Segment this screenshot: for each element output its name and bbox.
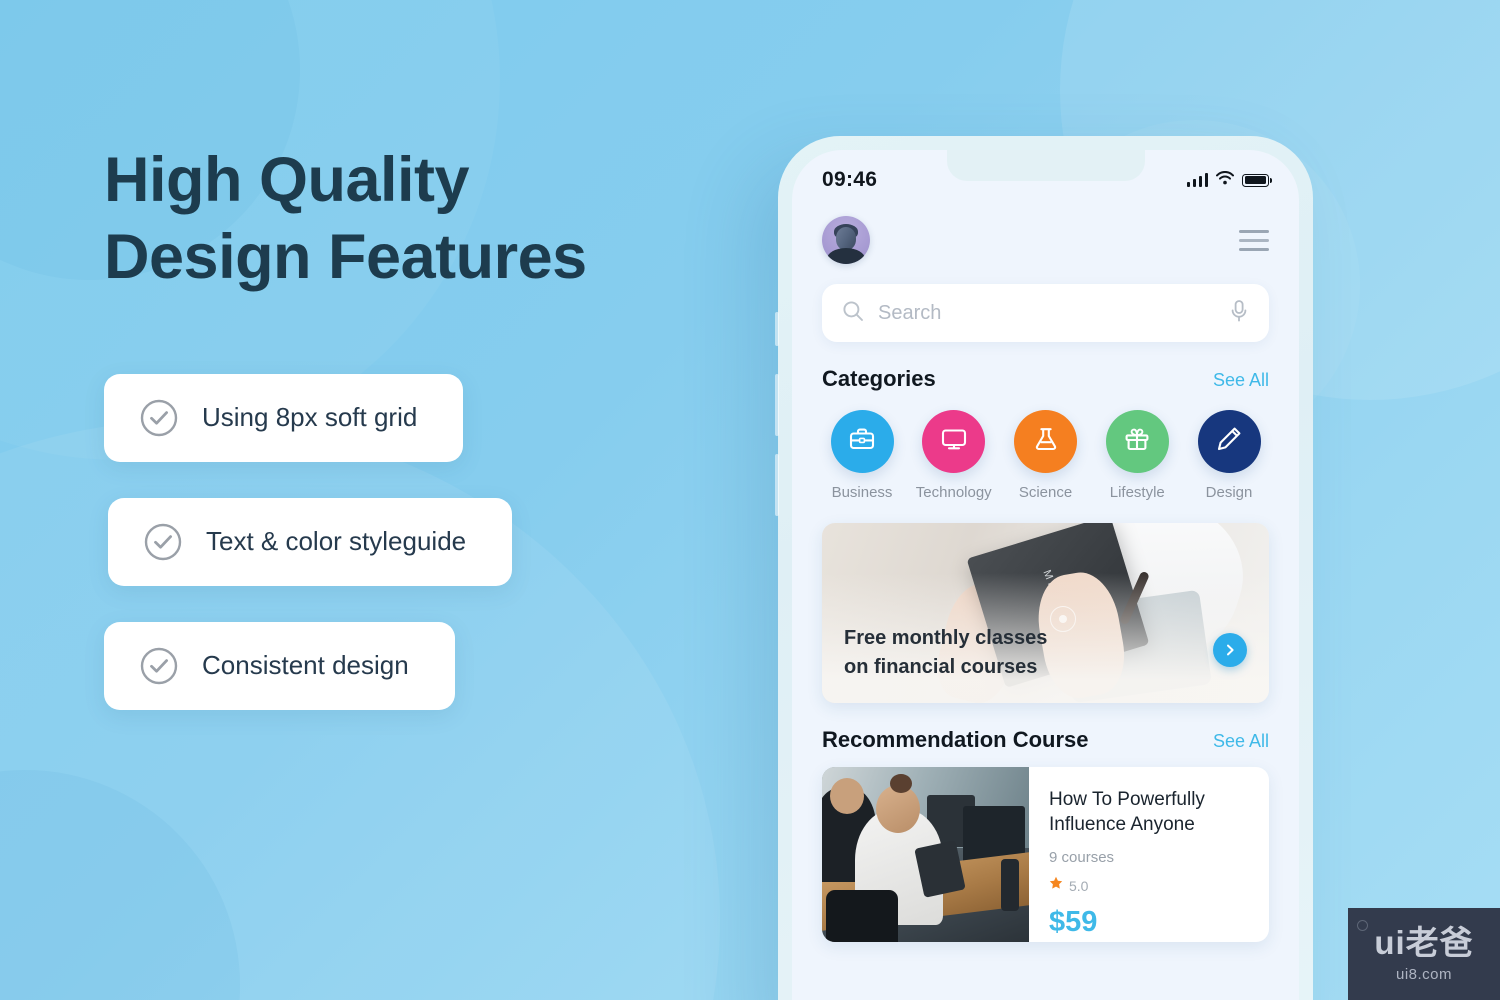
banner-text: Free monthly classes on financial course… bbox=[844, 624, 1047, 681]
briefcase-icon bbox=[847, 424, 877, 459]
category-bubble bbox=[830, 410, 894, 473]
phone-volume-down-button[interactable] bbox=[775, 454, 779, 516]
course-info: How To Powerfully Influence Anyone 9 cou… bbox=[1029, 767, 1269, 942]
feature-card: Using 8px soft grid bbox=[104, 373, 464, 462]
search-section bbox=[792, 264, 1299, 342]
page-title: High Quality Design Features bbox=[104, 142, 744, 296]
banner-line-1: Free monthly classes bbox=[844, 627, 1048, 650]
course-thumbnail bbox=[822, 767, 1029, 942]
course-price: $59 bbox=[1049, 906, 1098, 939]
category-label: Design bbox=[1205, 484, 1253, 501]
phone-mute-button[interactable] bbox=[775, 312, 779, 346]
watermark-dot-icon bbox=[1357, 920, 1368, 931]
categories-header: Categories See All bbox=[792, 342, 1299, 392]
monitor-icon bbox=[939, 424, 969, 459]
thumb-tablet bbox=[914, 840, 967, 898]
watermark-title: ui老爸 bbox=[1374, 923, 1474, 961]
course-count: 9 courses bbox=[1049, 849, 1115, 867]
thumb-bottle bbox=[1001, 858, 1019, 911]
course-card[interactable]: How To Powerfully Influence Anyone 9 cou… bbox=[822, 767, 1269, 942]
phone-screen: 09:46 Search Categories See All Business… bbox=[792, 150, 1299, 1000]
category-label: Lifestyle bbox=[1109, 484, 1165, 501]
category-bubble bbox=[1014, 410, 1077, 473]
categories-title: Categories bbox=[822, 366, 936, 391]
category-label: Technology bbox=[915, 484, 992, 501]
feature-list: Using 8px soft grid Text & color stylegu… bbox=[104, 373, 744, 710]
phone-mockup: 09:46 Search Categories See All Business… bbox=[775, 136, 1313, 1000]
hero-section: High Quality Design Features Using 8px s… bbox=[104, 142, 744, 746]
category-item-lifestyle[interactable]: Lifestyle bbox=[1093, 410, 1181, 501]
thumb-person-back-head bbox=[830, 777, 865, 814]
flask-icon bbox=[1031, 424, 1061, 459]
status-time: 09:46 bbox=[822, 168, 878, 191]
recommendation-header: Recommendation Course See All bbox=[792, 703, 1299, 753]
feature-label: Using 8px soft grid bbox=[202, 402, 418, 433]
phone-volume-up-button[interactable] bbox=[775, 374, 779, 436]
course-rating-value: 5.0 bbox=[1069, 877, 1089, 894]
category-bubble bbox=[1197, 410, 1261, 473]
check-circle-icon bbox=[138, 645, 180, 687]
category-bubble bbox=[1105, 410, 1169, 473]
check-circle-icon bbox=[138, 397, 180, 439]
chevron-right-icon[interactable] bbox=[1213, 633, 1247, 667]
feature-card: Text & color styleguide bbox=[108, 497, 513, 586]
recommendation-title: Recommendation Course bbox=[822, 727, 1089, 752]
category-item-technology[interactable]: Technology bbox=[910, 410, 998, 501]
headline-line-1: High Quality bbox=[104, 145, 470, 215]
feature-label: Consistent design bbox=[202, 650, 409, 681]
pencil-icon bbox=[1214, 424, 1244, 459]
check-circle-icon bbox=[142, 521, 184, 563]
course-title: How To Powerfully Influence Anyone bbox=[1049, 789, 1205, 836]
recommendation-list: How To Powerfully Influence Anyone 9 cou… bbox=[792, 753, 1299, 942]
star-icon bbox=[1049, 876, 1063, 895]
category-label: Science bbox=[1018, 484, 1073, 501]
category-item-business[interactable]: Business bbox=[818, 410, 906, 501]
watermark-badge: ui老爸 ui8.com bbox=[1348, 908, 1500, 1000]
avatar-face bbox=[836, 226, 856, 250]
status-bar: 09:46 bbox=[792, 150, 1299, 202]
search-bar[interactable] bbox=[822, 284, 1269, 342]
microphone-icon[interactable] bbox=[1229, 299, 1249, 328]
category-item-science[interactable]: Science bbox=[1002, 410, 1090, 501]
promo-banner[interactable]: MISSION Free monthly classes on financia… bbox=[822, 523, 1269, 703]
category-label: Business bbox=[831, 484, 893, 501]
course-rating: 5.0 bbox=[1049, 876, 1251, 895]
hamburger-menu-icon[interactable] bbox=[1239, 229, 1269, 251]
avatar-body bbox=[827, 248, 865, 264]
cellular-signal-icon bbox=[1186, 173, 1208, 187]
banner-line-2: on financial courses bbox=[844, 655, 1038, 678]
categories-see-all-link[interactable]: See All bbox=[1213, 370, 1269, 391]
feature-card: Consistent design bbox=[104, 621, 455, 710]
promo-banner-wrap: MISSION Free monthly classes on financia… bbox=[792, 501, 1299, 703]
headline-line-2: Design Features bbox=[104, 221, 587, 292]
status-icons bbox=[1186, 170, 1272, 190]
watermark-url: ui8.com bbox=[1395, 965, 1453, 983]
category-item-design[interactable]: Design bbox=[1185, 410, 1273, 501]
search-icon bbox=[842, 300, 864, 327]
avatar[interactable] bbox=[822, 216, 870, 264]
search-input[interactable] bbox=[878, 301, 1219, 325]
feature-label: Text & color styleguide bbox=[206, 526, 467, 557]
recommendation-see-all-link[interactable]: See All bbox=[1213, 731, 1269, 752]
gift-icon bbox=[1122, 424, 1152, 459]
thumb-chair bbox=[826, 890, 899, 942]
category-bubble bbox=[922, 410, 986, 473]
categories-row: Business Technology Science Lifestyle De… bbox=[792, 392, 1299, 501]
wifi-icon bbox=[1216, 170, 1234, 190]
battery-full-icon bbox=[1242, 173, 1272, 187]
app-header bbox=[792, 202, 1299, 264]
